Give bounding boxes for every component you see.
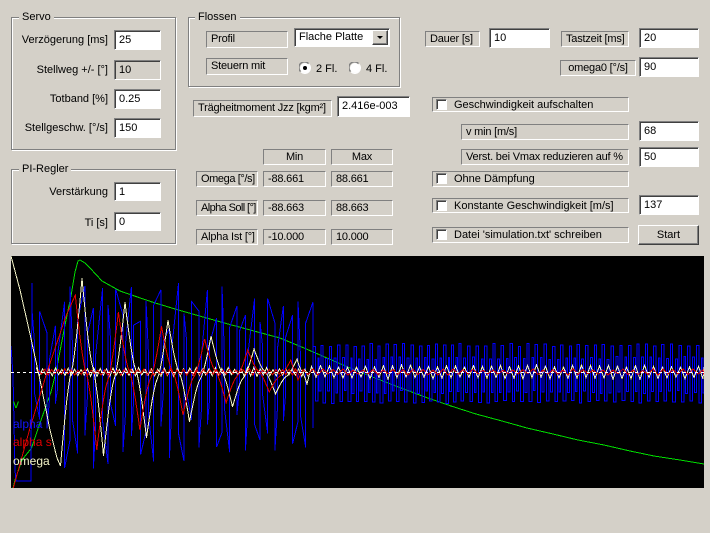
svg-text:alpha i: alpha i bbox=[13, 417, 48, 431]
svg-text:alpha s: alpha s bbox=[13, 435, 52, 449]
svg-text:v: v bbox=[13, 397, 19, 411]
svg-text:omega: omega bbox=[13, 454, 50, 468]
